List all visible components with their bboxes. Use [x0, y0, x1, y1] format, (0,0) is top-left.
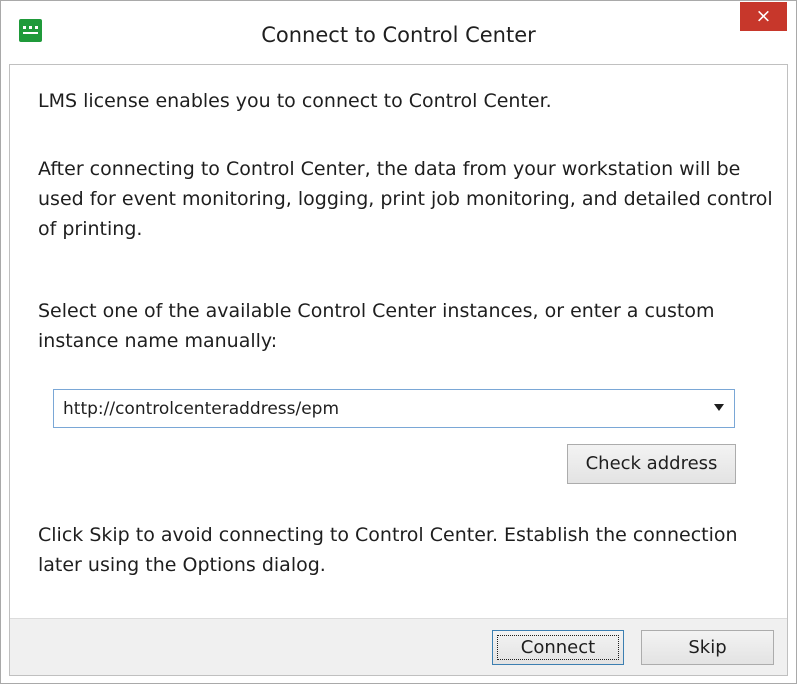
- license-text: LMS license enables you to connect to Co…: [38, 90, 552, 112]
- window-title: Connect to Control Center: [261, 23, 536, 47]
- close-button[interactable]: ×: [740, 2, 787, 31]
- focus-rectangle: [497, 635, 619, 660]
- chevron-down-icon[interactable]: [714, 404, 724, 411]
- instance-combobox[interactable]: http://controlcenteraddress/epm: [53, 389, 735, 428]
- instruction-text: Select one of the available Control Cent…: [38, 300, 715, 352]
- close-icon: ×: [755, 5, 772, 27]
- description-text: After connecting to Control Center, the …: [38, 158, 773, 240]
- instance-combobox-value[interactable]: http://controlcenteraddress/epm: [63, 399, 339, 419]
- connect-button[interactable]: Connect: [492, 630, 624, 665]
- skip-button[interactable]: Skip: [641, 630, 774, 665]
- check-address-button[interactable]: Check address: [567, 444, 736, 484]
- skip-info-text: Click Skip to avoid connecting to Contro…: [38, 524, 738, 576]
